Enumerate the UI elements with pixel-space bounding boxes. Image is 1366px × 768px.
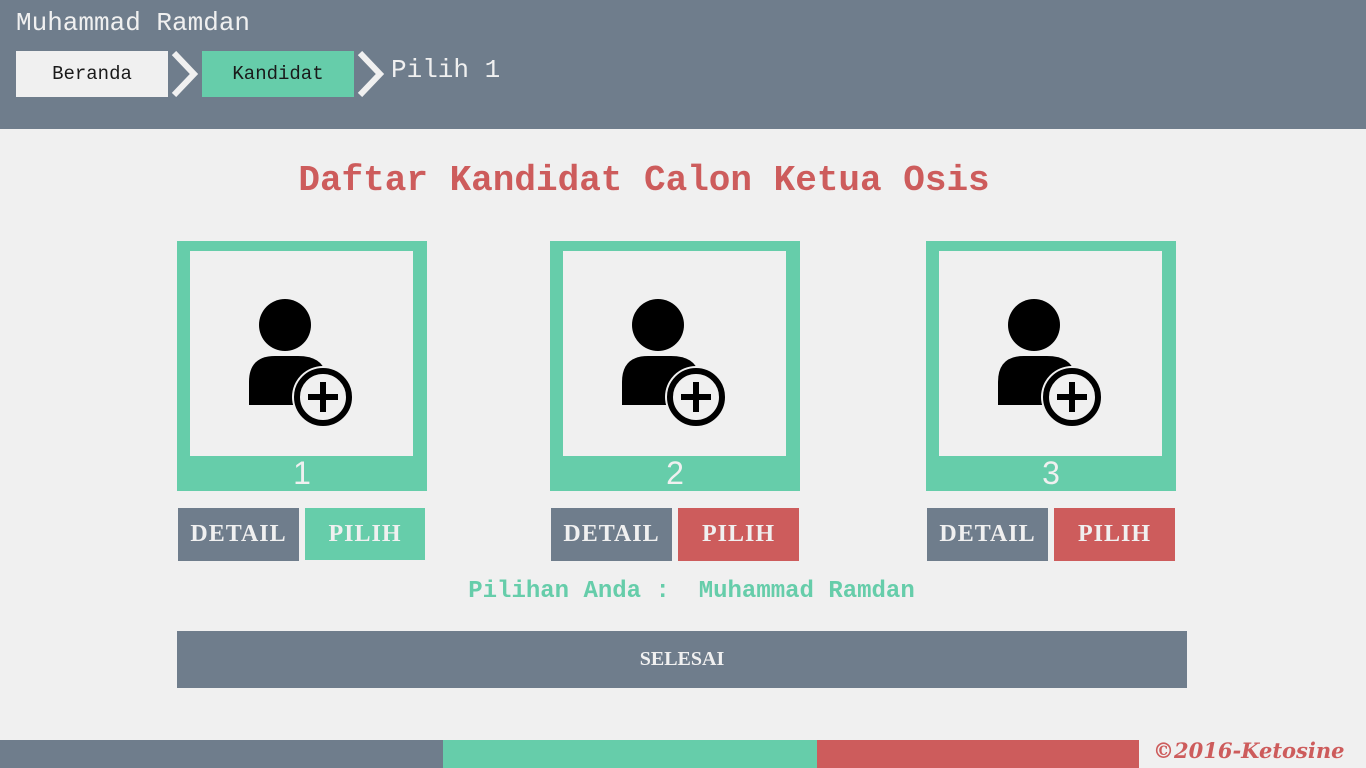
footer-bar-green xyxy=(443,740,817,768)
pilih-button-1[interactable]: PILIH xyxy=(305,508,425,560)
header: Muhammad Ramdan Beranda Kandidat Pilih 1 xyxy=(0,0,1366,129)
choice-value: Muhammad Ramdan xyxy=(698,578,915,605)
candidate-card-2: 2 xyxy=(550,241,800,491)
candidate-card-1: 1 xyxy=(177,241,427,491)
add-user-icon xyxy=(249,299,354,426)
candidate-number: 2 xyxy=(666,455,684,491)
detail-button-1[interactable]: DETAIL xyxy=(178,508,299,561)
page-title: Daftar Kandidat Calon Ketua Osis xyxy=(298,160,990,201)
pilih-button-3[interactable]: PILIH xyxy=(1054,508,1175,561)
breadcrumb-kandidat[interactable]: Kandidat xyxy=(202,51,354,97)
choice-label: Pilihan Anda : xyxy=(468,578,670,605)
candidate-card-3: 3 xyxy=(926,241,1176,491)
add-user-icon xyxy=(622,299,727,426)
candidate-number: 3 xyxy=(1042,455,1060,491)
chevron-right-icon xyxy=(171,51,199,97)
chevron-right-icon xyxy=(357,51,385,97)
footer-bar-slate xyxy=(0,740,443,768)
breadcrumb-home[interactable]: Beranda xyxy=(16,51,168,97)
candidate-photo xyxy=(939,251,1162,456)
candidate-number: 1 xyxy=(293,455,311,491)
copyright: ©2016-Ketosine xyxy=(1153,738,1345,763)
candidate-photo xyxy=(563,251,786,456)
finish-button[interactable]: SELESAI xyxy=(177,631,1187,688)
footer-bar-red xyxy=(817,740,1139,768)
candidate-photo xyxy=(190,251,413,456)
pilih-button-2[interactable]: PILIH xyxy=(678,508,799,561)
breadcrumb-current: Pilih 1 xyxy=(391,55,501,85)
detail-button-2[interactable]: DETAIL xyxy=(551,508,672,561)
choice-summary: Pilihan Anda : Muhammad Ramdan xyxy=(0,578,1366,605)
add-user-icon xyxy=(998,299,1103,426)
detail-button-3[interactable]: DETAIL xyxy=(927,508,1048,561)
user-name: Muhammad Ramdan xyxy=(16,8,251,38)
